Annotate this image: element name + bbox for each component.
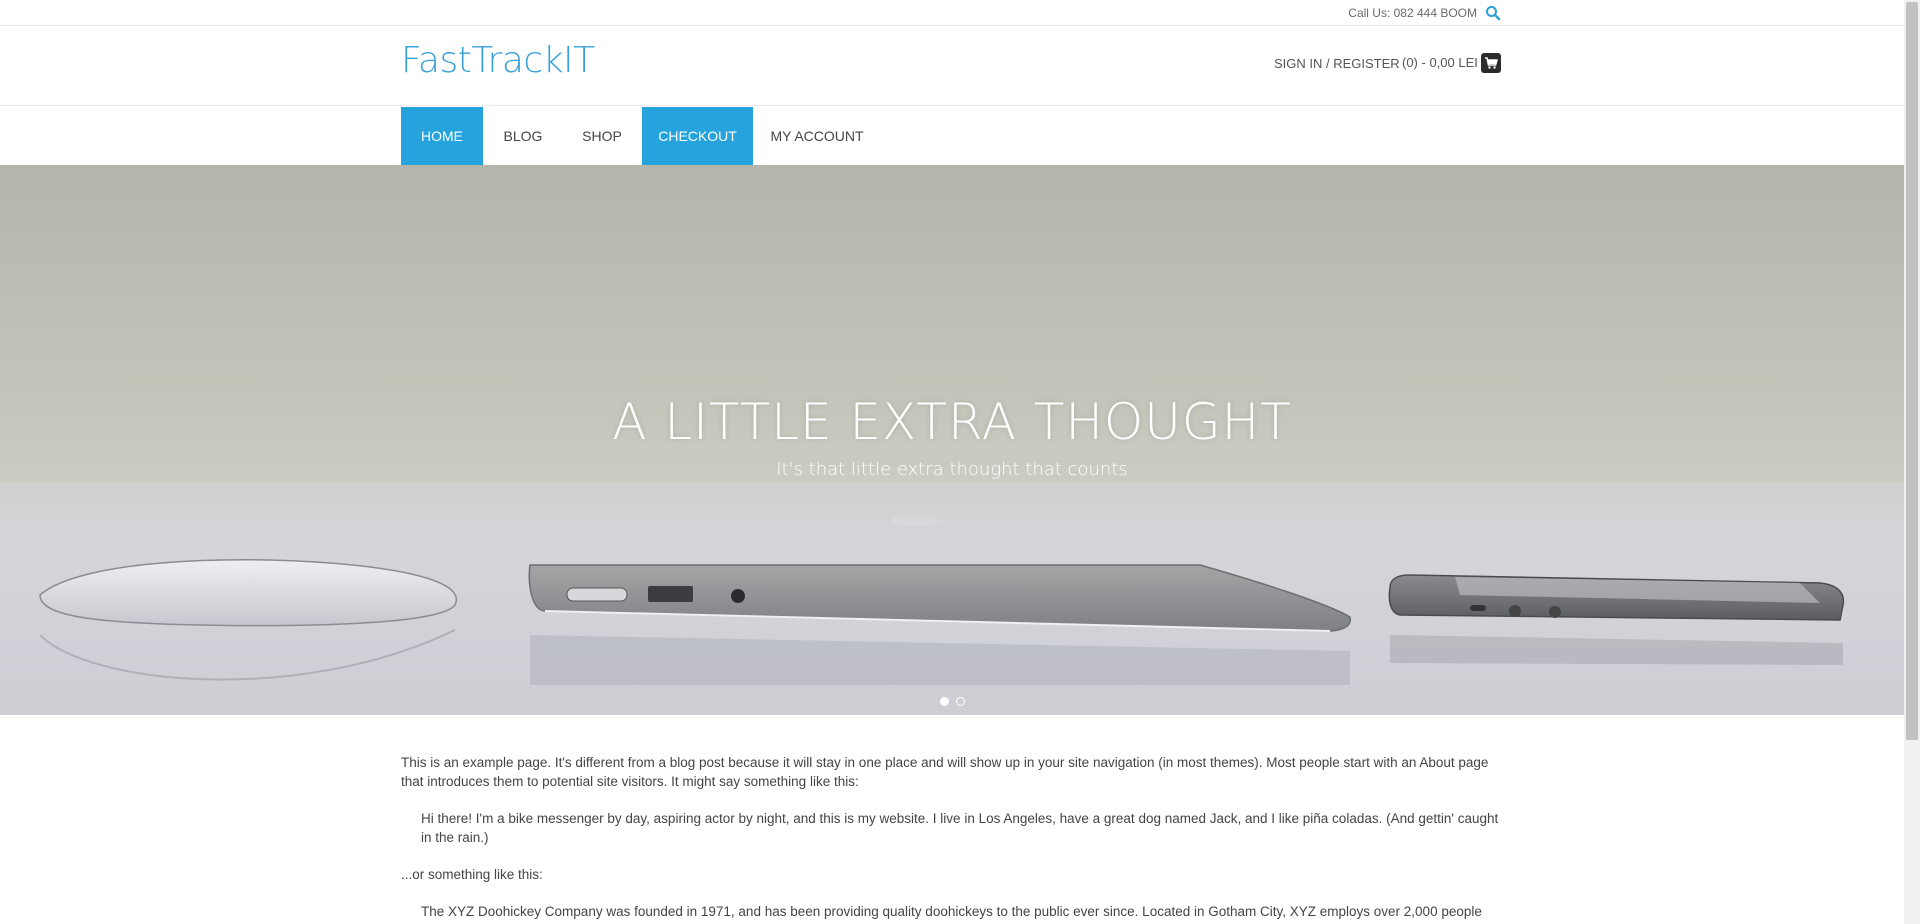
site-logo[interactable]: FastTrackIT <box>401 40 595 81</box>
call-us-text: Call Us: 082 444 BOOM <box>1348 6 1477 20</box>
hero-subtitle: It's that little extra thought that coun… <box>776 459 1128 480</box>
sign-in-register-link[interactable]: SIGN IN / REGISTER <box>1274 56 1400 71</box>
nav-item-checkout[interactable]: CHECKOUT <box>642 107 753 165</box>
nav-item-shop[interactable]: SHOP <box>571 107 633 165</box>
content-paragraph-1: This is an example page. It's different … <box>401 755 1489 789</box>
main-navigation: HOME BLOG SHOP CHECKOUT MY ACCOUNT <box>0 107 1904 165</box>
site-header: FastTrackIT SIGN IN / REGISTER (0) - 0,0… <box>0 26 1904 106</box>
nav-item-home[interactable]: HOME <box>401 107 483 165</box>
search-icon[interactable] <box>1485 5 1501 21</box>
slider-pagination <box>940 693 968 711</box>
slider-dot-2[interactable] <box>956 697 966 706</box>
nav-item-my-account[interactable]: MY ACCOUNT <box>765 107 869 165</box>
hero-title: A LITTLE EXTRA THOUGHT <box>612 393 1292 451</box>
slider-dot-1[interactable] <box>940 697 949 706</box>
hero-slider[interactable]: A LITTLE EXTRA THOUGHT It's that little … <box>0 165 1904 715</box>
scrollbar-thumb[interactable] <box>1906 2 1918 740</box>
page-content: This is an example page. It's different … <box>401 753 1503 924</box>
content-quote-1: Hi there! I'm a bike messenger by day, a… <box>421 811 1499 845</box>
cart-summary-link[interactable]: (0) - 0,00 LEI <box>1402 55 1478 70</box>
nav-item-blog[interactable]: BLOG <box>489 107 557 165</box>
content-quote-2: The XYZ Doohickey Company was founded in… <box>421 904 1482 919</box>
cart-icon[interactable] <box>1481 53 1501 73</box>
page-scrollbar[interactable] <box>1904 0 1920 924</box>
top-bar: Call Us: 082 444 BOOM <box>0 0 1904 26</box>
content-paragraph-2: ...or something like this: <box>401 867 543 882</box>
